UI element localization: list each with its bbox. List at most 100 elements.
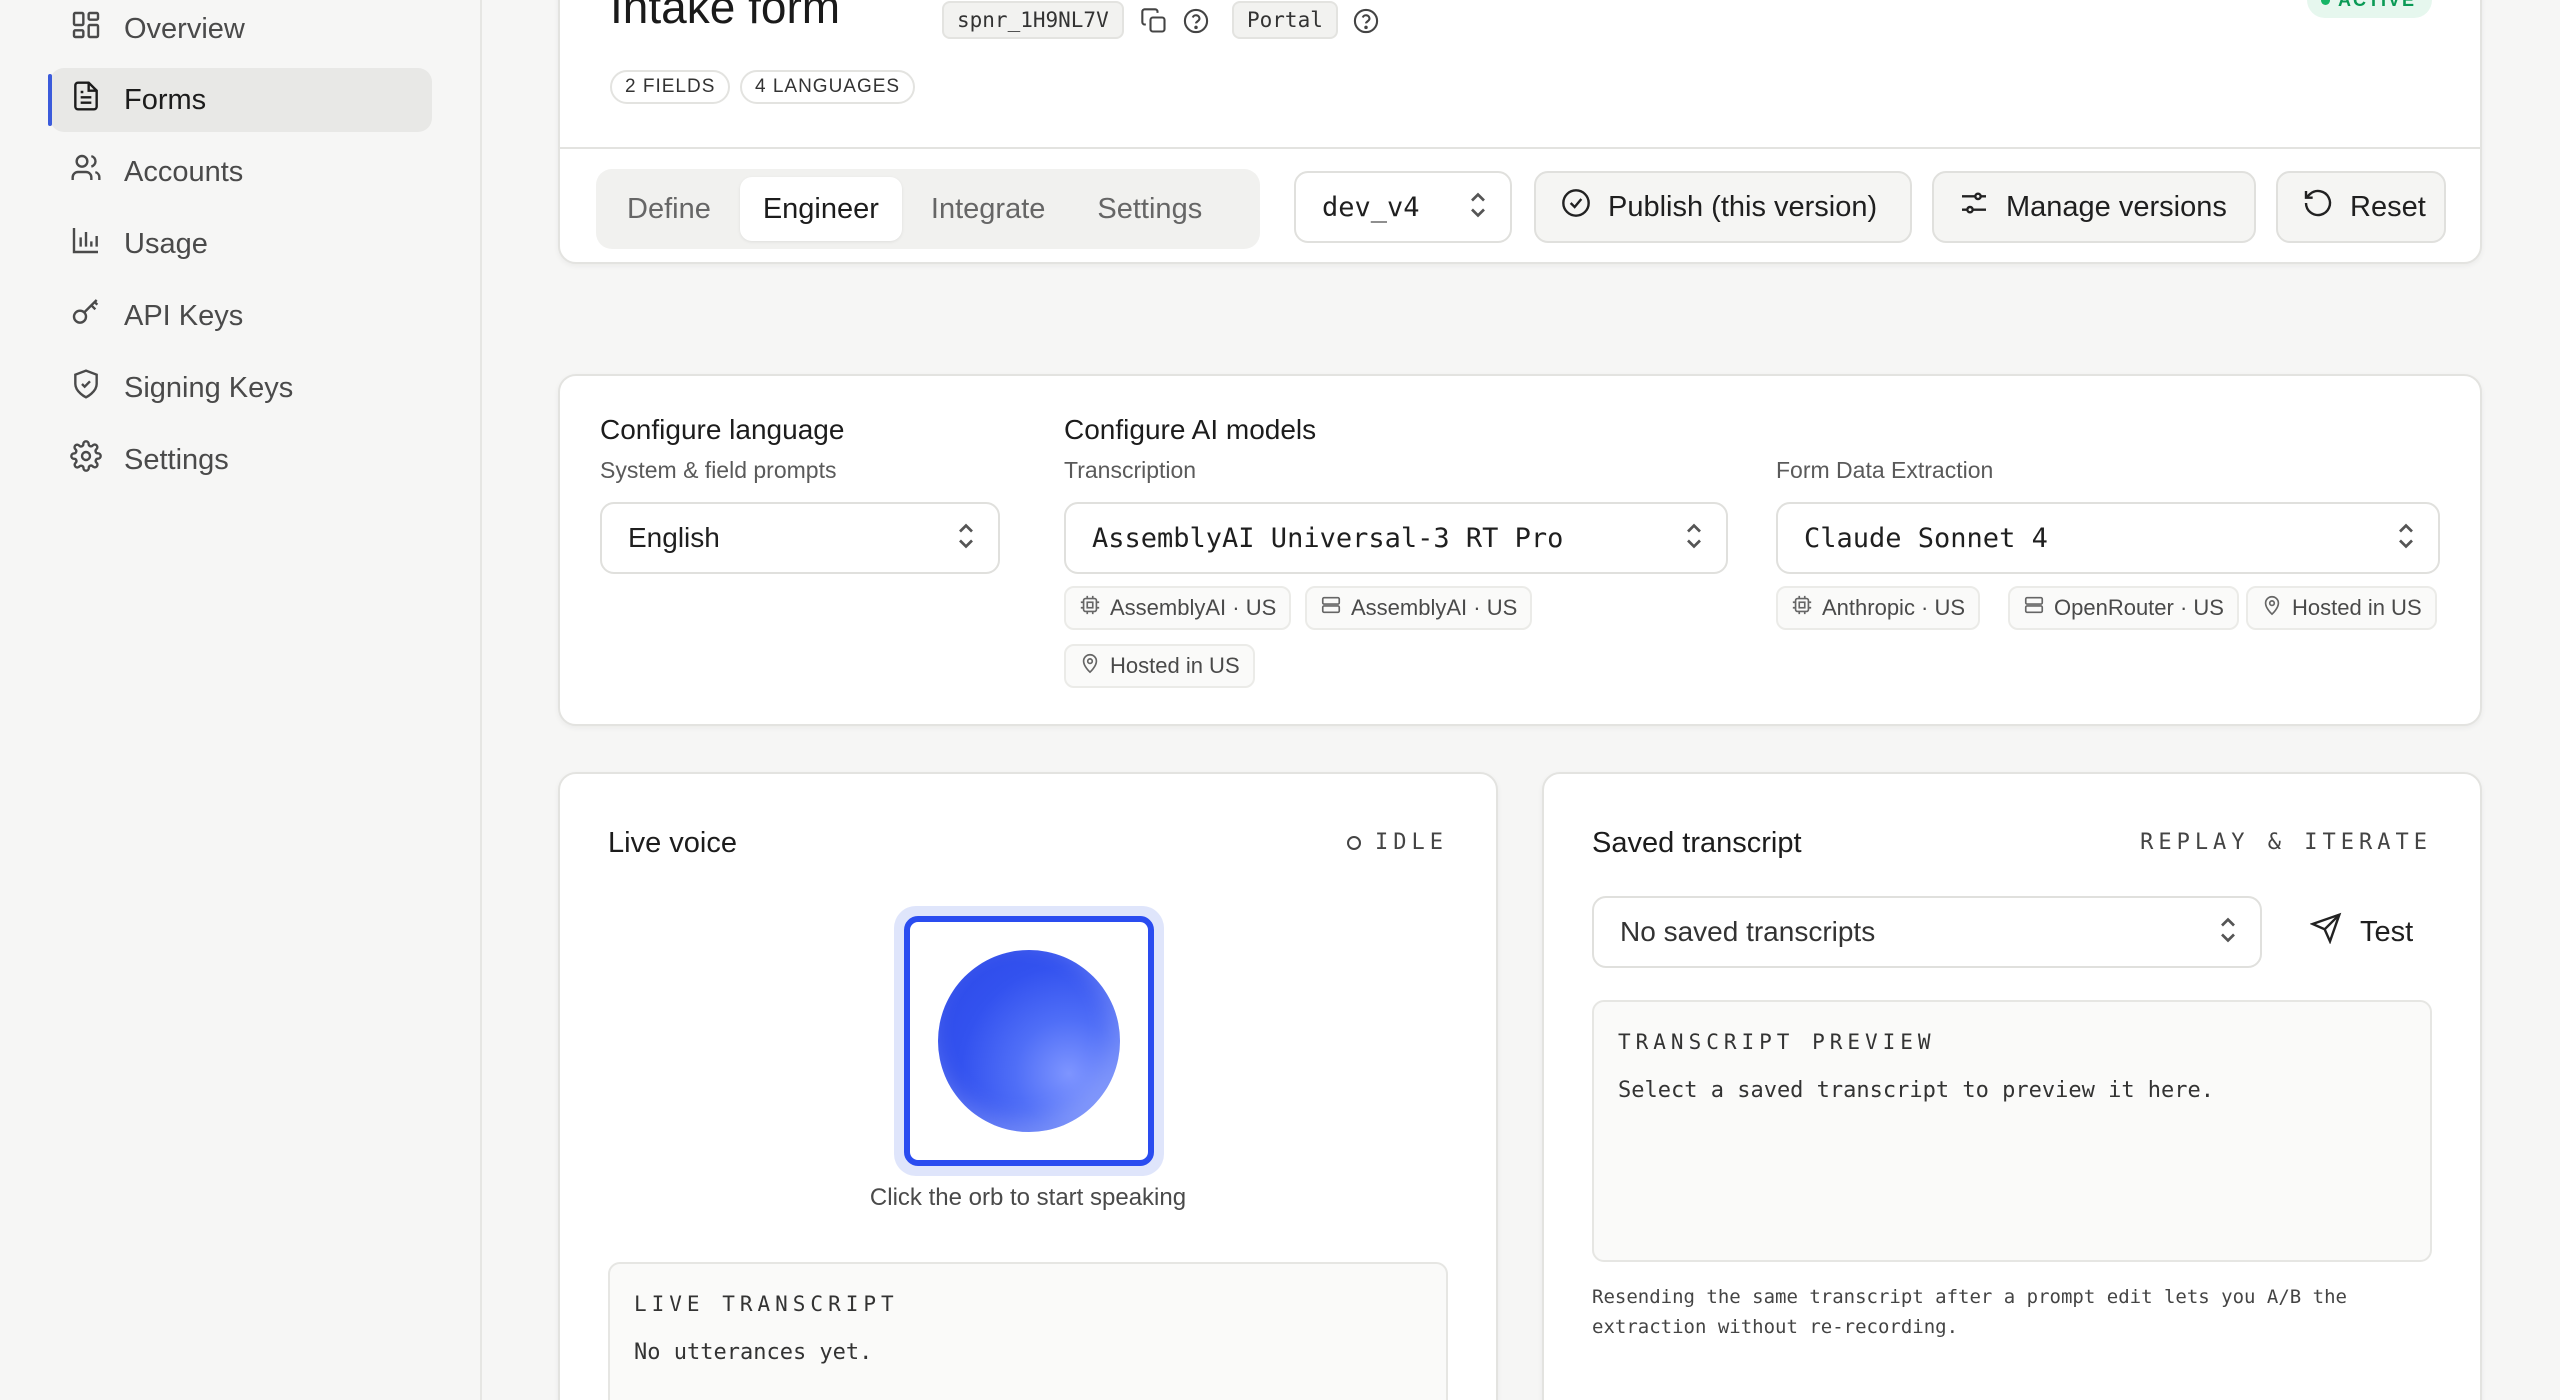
transcription-model-value: AssemblyAI Universal-3 RT Pro [1092,522,1564,554]
hosting-tag-label: Hosted in US [1110,653,1240,678]
provider-tag: AssemblyAI · US [1064,586,1292,630]
check-circle-icon [1560,187,1592,227]
version-select-value: dev_v4 [1322,191,1420,223]
extraction-model-select[interactable]: Claude Sonnet 4 [1776,502,2440,574]
saved-transcript-card: Saved transcript REPLAY & ITERATE No sav… [1542,772,2482,1400]
language-select-value: English [628,522,720,553]
sidebar-item-label: Settings [124,443,229,476]
reset-button[interactable]: Reset [2276,171,2446,243]
copy-icon[interactable] [1138,5,1170,37]
status-badge: ACTIVE [2306,0,2432,18]
bar-chart-icon [70,224,102,264]
sliders-icon [1958,187,1990,227]
sidebar-item-overview[interactable]: Overview [50,0,432,61]
routing-tag-label: AssemblyAI · US [1351,595,1518,620]
help-icon[interactable] [1180,5,1212,37]
hosting-tag: Hosted in US [2246,586,2437,630]
form-header-card: Intake form spnr_1H9NL7V Portal ACTIVE 2… [558,0,2482,264]
key-icon [70,296,102,336]
provider-tag: Anthropic · US [1776,586,1981,630]
header-divider [560,147,2480,149]
form-tabs: Define Engineer Integrate Settings [596,169,1260,249]
map-pin-icon [2261,594,2283,622]
saved-transcript-select-value: No saved transcripts [1620,916,1876,947]
live-voice-card: Live voice IDLE Click the orb to start s… [558,772,1498,1400]
tab-integrate[interactable]: Integrate [908,177,1068,241]
live-transcript-empty: No utterances yet. [634,1340,873,1365]
test-button-label: Test [2360,915,2414,948]
version-select[interactable]: dev_v4 [1294,171,1512,243]
help-icon[interactable] [1350,5,1382,37]
live-transcript-title: LIVE TRANSCRIPT [634,1292,899,1316]
chevron-up-down-icon [1466,190,1490,225]
provider-tag-label: Anthropic · US [1822,595,1966,620]
tab-settings[interactable]: Settings [1074,177,1225,241]
chip-icon [1791,594,1813,622]
transcription-model-select[interactable]: AssemblyAI Universal-3 RT Pro [1064,502,1728,574]
status-label: ACTIVE [2338,0,2416,11]
hosting-tag: Hosted in US [1064,644,1255,688]
voice-status-label: IDLE [1375,830,1448,855]
transcript-preview-box: TRANSCRIPT PREVIEW Select a saved transc… [1592,1000,2432,1262]
sidebar: Overview Forms Accounts Usage API Keys S… [0,0,482,1400]
models-section-title: Configure AI models [1064,414,1317,445]
sidebar-item-label: Accounts [124,155,244,188]
voice-status: IDLE [1347,830,1448,855]
sidebar-item-api-keys[interactable]: API Keys [50,284,432,348]
file-text-icon [70,80,102,120]
extraction-model-value: Claude Sonnet 4 [1804,522,2048,554]
saved-transcript-select[interactable]: No saved transcripts [1592,896,2262,968]
layout-grid-icon [70,9,102,49]
sidebar-item-signing-keys[interactable]: Signing Keys [50,356,432,420]
server-icon [2023,594,2045,622]
transcript-preview-title: TRANSCRIPT PREVIEW [1618,1030,1936,1054]
routing-tag-label: OpenRouter · US [2054,595,2224,620]
tab-engineer[interactable]: Engineer [739,177,902,241]
chevron-up-down-icon [2394,521,2418,556]
hosting-tag-label: Hosted in US [2292,595,2422,620]
language-section-subtitle: System & field prompts [600,457,837,483]
publish-button-label: Publish (this version) [1608,190,1878,223]
orb-frame [904,916,1154,1166]
sidebar-item-label: Forms [124,83,207,116]
saved-transcript-subtitle: REPLAY & ITERATE [2140,830,2432,855]
replay-help-text: Resending the same transcript after a pr… [1592,1286,2347,1338]
shield-check-icon [70,368,102,408]
publish-button[interactable]: Publish (this version) [1534,171,1912,243]
idle-dot-icon [1347,835,1362,850]
tab-define[interactable]: Define [604,177,734,241]
manage-versions-button[interactable]: Manage versions [1932,171,2256,243]
sidebar-item-forms[interactable]: Forms [48,68,432,132]
extraction-label: Form Data Extraction [1776,457,1994,483]
transcript-preview-body: Select a saved transcript to preview it … [1618,1078,2215,1103]
status-dot [2320,0,2330,5]
transcription-label: Transcription [1064,457,1197,483]
live-voice-title: Live voice [608,827,737,859]
language-section-title: Configure language [600,414,845,445]
live-transcript-box: LIVE TRANSCRIPT No utterances yet. [608,1262,1448,1400]
map-pin-icon [1079,652,1101,680]
gear-icon [70,440,102,480]
routing-tag: AssemblyAI · US [1305,586,1533,630]
fields-count-chip: 2 FIELDS [610,70,731,104]
sidebar-item-settings[interactable]: Settings [50,428,432,492]
sidebar-item-label: Signing Keys [124,371,294,404]
provider-tag-label: AssemblyAI · US [1110,595,1277,620]
sidebar-item-label: API Keys [124,299,244,332]
server-icon [1320,594,1342,622]
saved-transcript-title: Saved transcript [1592,827,1802,859]
page-title: Intake form [610,0,841,33]
voice-orb-button[interactable] [894,906,1164,1176]
reset-label: Reset [2350,190,2426,223]
sidebar-item-accounts[interactable]: Accounts [50,140,432,204]
voice-orb [938,950,1120,1132]
orb-caption: Click the orb to start speaking [869,1184,1187,1211]
language-select[interactable]: English [600,502,1000,574]
send-icon [2309,912,2342,952]
chip-icon [1079,594,1101,622]
users-icon [70,152,102,192]
form-id-chip: spnr_1H9NL7V [942,1,1124,39]
sidebar-item-label: Overview [124,12,245,45]
sidebar-item-usage[interactable]: Usage [50,212,432,276]
test-button[interactable]: Test [2296,896,2427,968]
